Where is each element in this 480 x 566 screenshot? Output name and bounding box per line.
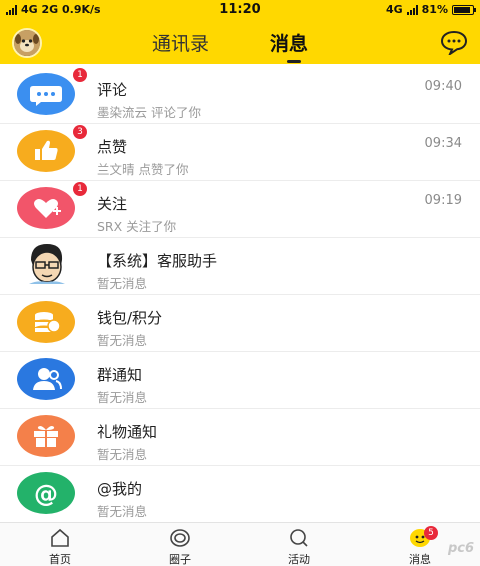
nav-circle[interactable]: 圈子 bbox=[140, 523, 220, 566]
nav-home[interactable]: 首页 bbox=[20, 523, 100, 566]
circle-icon bbox=[170, 529, 190, 547]
message-preview: 暂无消息 bbox=[97, 333, 148, 348]
message-item-follow[interactable]: 1 关注 SRX 关注了你 09:19 bbox=[0, 181, 480, 238]
unread-badge: 3 bbox=[73, 125, 87, 139]
message-title: 点赞 bbox=[97, 138, 128, 156]
network-type: 4G bbox=[385, 3, 403, 16]
group-icon bbox=[17, 358, 75, 400]
message-preview: 墨染流云 评论了你 bbox=[97, 105, 201, 120]
message-item-customer-service[interactable]: 【系统】客服助手 暂无消息 bbox=[0, 238, 480, 295]
message-title: 【系统】客服助手 bbox=[97, 252, 218, 270]
message-preview: 暂无消息 bbox=[97, 504, 148, 519]
message-item-gift[interactable]: 礼物通知 暂无消息 bbox=[0, 409, 480, 466]
nav-label: 圈子 bbox=[169, 553, 191, 566]
battery-percent: 81% bbox=[421, 3, 448, 16]
comment-icon bbox=[17, 73, 75, 115]
message-item-like[interactable]: 3 点赞 兰文晴 点赞了你 09:34 bbox=[0, 124, 480, 181]
chat-bubble-icon[interactable] bbox=[440, 29, 468, 55]
nav-activity[interactable]: 活动 bbox=[259, 523, 339, 566]
status-right: 4G 81% bbox=[385, 3, 476, 16]
unread-badge: 1 bbox=[73, 182, 87, 196]
app-header: 通讯录 消息 bbox=[0, 20, 480, 64]
message-time: 09:40 bbox=[424, 79, 462, 94]
message-item-comment[interactable]: 1 评论 墨染流云 评论了你 09:40 bbox=[0, 67, 480, 124]
message-title: 钱包/积分 bbox=[97, 309, 163, 327]
message-title: 评论 bbox=[97, 81, 128, 99]
message-item-wallet[interactable]: 钱包/积分 暂无消息 bbox=[0, 295, 480, 352]
message-time: 09:34 bbox=[424, 136, 462, 151]
user-avatar[interactable] bbox=[12, 28, 42, 58]
message-item-mention[interactable]: @ @我的 暂无消息 bbox=[0, 466, 480, 523]
message-preview: 暂无消息 bbox=[97, 447, 148, 462]
thumbs-up-icon bbox=[17, 130, 75, 172]
search-icon bbox=[290, 529, 308, 547]
message-preview: 暂无消息 bbox=[97, 390, 148, 405]
dog-face-icon bbox=[14, 30, 40, 56]
tab-contacts[interactable]: 通讯录 bbox=[152, 29, 209, 56]
message-item-group[interactable]: 群通知 暂无消息 bbox=[0, 352, 480, 409]
message-title: 群通知 bbox=[97, 366, 143, 384]
message-title: 礼物通知 bbox=[97, 423, 158, 441]
nav-label: 首页 bbox=[49, 553, 71, 566]
coins-icon bbox=[17, 301, 75, 343]
nav-label: 活动 bbox=[288, 553, 310, 566]
svg-text:@: @ bbox=[34, 480, 58, 508]
message-title: @我的 bbox=[97, 480, 143, 498]
message-preview: 暂无消息 bbox=[97, 276, 148, 291]
status-bar: 4G 2G 0.9K/s 11:20 4G 81% bbox=[0, 0, 480, 20]
battery-icon bbox=[452, 4, 476, 15]
heart-plus-icon bbox=[17, 187, 75, 229]
message-preview: 兰文晴 点赞了你 bbox=[97, 162, 189, 177]
at-sign-icon: @ bbox=[17, 472, 75, 514]
unread-badge: 1 bbox=[73, 68, 87, 82]
home-icon bbox=[51, 528, 69, 547]
cartoon-avatar-icon bbox=[17, 244, 75, 286]
nav-unread-badge: 5 bbox=[424, 526, 438, 540]
gift-icon bbox=[17, 415, 75, 457]
message-list: 1 评论 墨染流云 评论了你 09:40 3 点赞 兰文晴 点赞了你 09:34… bbox=[0, 67, 480, 523]
watermark: pc6 bbox=[447, 541, 474, 556]
tab-messages[interactable]: 消息 bbox=[270, 29, 308, 56]
bottom-nav: 首页 圈子 活动 5 消息 bbox=[0, 522, 480, 566]
message-title: 关注 bbox=[97, 195, 128, 213]
message-time: 09:19 bbox=[424, 193, 462, 208]
active-tab-indicator bbox=[287, 60, 301, 63]
signal-icon bbox=[406, 4, 418, 15]
message-preview: SRX 关注了你 bbox=[97, 219, 177, 234]
